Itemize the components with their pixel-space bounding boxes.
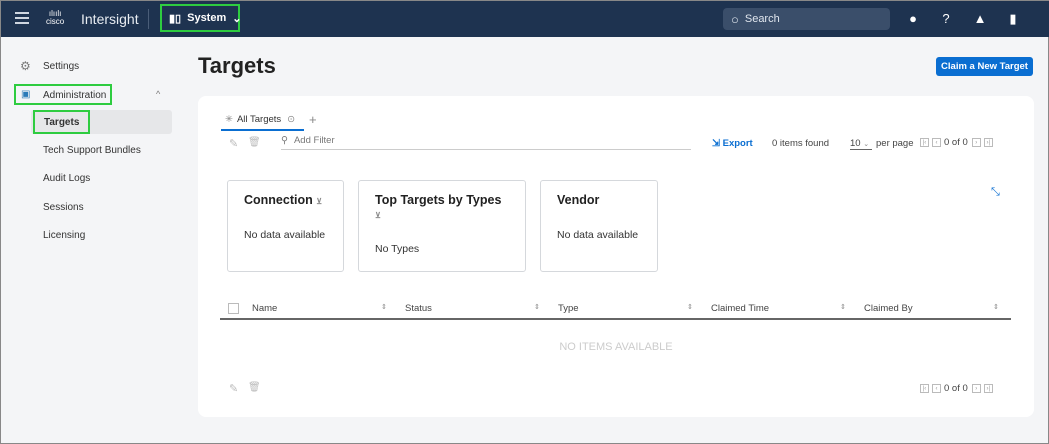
sidebar-item-label: Administration (43, 90, 107, 101)
targets-panel: ✳ All Targets ⊙ + ✎ 🗑 ⚲ Add Filter ⇲ Export… (198, 96, 1034, 417)
filter-placeholder: Add Filter (293, 135, 335, 146)
scope-label: System (187, 12, 227, 24)
last-page-icon[interactable]: ›| (983, 137, 993, 147)
items-found: 0 items found (772, 138, 830, 149)
bell-icon[interactable]: ▲ (972, 11, 988, 27)
tab-settings-icon[interactable]: ⊙ (287, 114, 295, 125)
card-title: Vendor (557, 193, 600, 207)
user-icon[interactable]: ● (905, 11, 921, 27)
divider (148, 9, 149, 29)
export-label: Export (722, 138, 753, 149)
last-page-icon[interactable]: ›| (983, 383, 993, 393)
page-title: Targets (198, 53, 276, 78)
collapse-icon[interactable]: ⤡ (991, 186, 1000, 199)
card-body: No data available (557, 229, 639, 241)
document-icon[interactable]: ▮ (1005, 11, 1021, 27)
first-page-icon[interactable]: |‹ (920, 383, 929, 393)
chevron-down-icon: ⌄ (863, 141, 870, 148)
tab-label: All Targets (236, 114, 282, 125)
column-header-name[interactable]: Name (252, 303, 277, 314)
search-icon: ○ (731, 11, 739, 27)
card-title: Connection (244, 193, 313, 207)
top-bar: ılıılı cisco Intersight ▮▯ System ⌄ ○ Search… (1, 1, 1049, 37)
column-header-status[interactable]: Status (405, 303, 432, 314)
delete-icon[interactable]: 🗑 (248, 382, 261, 393)
table-header-divider (220, 318, 1011, 320)
empty-message: NO ITEMS AVAILABLE (559, 341, 673, 353)
sort-icon[interactable]: ⇕ (381, 303, 387, 311)
edit-icon[interactable]: ✎ (229, 137, 238, 150)
card-title: Top Targets by Types (375, 193, 502, 207)
sidebar-subitem-licensing[interactable]: Licensing (43, 230, 85, 241)
sidebar-subitem-label: Targets (33, 110, 90, 134)
sidebar-item-administration[interactable]: ▣ Administration (14, 84, 112, 105)
prev-page-icon[interactable]: ‹ (932, 137, 941, 147)
menu-icon[interactable] (15, 12, 29, 24)
claim-target-button[interactable]: Claim a New Target (936, 57, 1033, 76)
pagination-top: |‹ ‹ 0 of 0 › ›| (920, 137, 996, 148)
sort-icon[interactable]: ⇕ (840, 303, 846, 311)
filter-icon[interactable]: ⊻ (316, 197, 322, 206)
card-top-targets: Top Targets by Types ⊻ No Types (358, 180, 526, 272)
brand-name: Intersight (81, 11, 139, 27)
gear-icon: ⚙ (20, 59, 31, 73)
admin-icon: ▣ (21, 89, 31, 100)
select-all-checkbox[interactable] (228, 303, 239, 314)
asterisk-icon: ✳ (225, 114, 233, 125)
search-placeholder: Search (744, 13, 780, 25)
per-page-value: 10 (850, 138, 861, 149)
search-input[interactable]: ○ Search (723, 8, 890, 30)
card-body: No data available (244, 229, 326, 241)
export-icon: ⇲ (712, 138, 723, 149)
delete-icon[interactable]: 🗑 (248, 137, 261, 148)
card-body: No Types (375, 243, 420, 255)
tab-all-targets[interactable]: ✳ All Targets ⊙ (221, 114, 304, 131)
next-page-icon[interactable]: › (971, 137, 981, 147)
sidebar-subitem-tech-support[interactable]: Tech Support Bundles (43, 145, 141, 156)
sidebar-subitem-sessions[interactable]: Sessions (43, 202, 84, 213)
sort-icon[interactable]: ⇕ (687, 303, 693, 311)
edit-icon[interactable]: ✎ (229, 382, 238, 395)
sidebar: ⚙ Settings ▣ Administration ^ Targets Te… (1, 37, 186, 443)
prev-page-icon[interactable]: ‹ (932, 383, 941, 393)
sidebar-subitem-audit-logs[interactable]: Audit Logs (43, 173, 90, 184)
filter-input[interactable]: ⚲ Add Filter (281, 135, 691, 150)
column-header-claimed-by[interactable]: Claimed By (864, 303, 913, 314)
sort-icon[interactable]: ⇕ (993, 303, 999, 311)
system-icon: ▮▯ (169, 12, 182, 25)
page-info: 0 of 0 (944, 137, 968, 148)
search-icon: ⚲ (281, 135, 288, 146)
add-tab-button[interactable]: + (309, 112, 317, 127)
per-page-label: per page (876, 138, 914, 149)
page-info: 0 of 0 (944, 383, 968, 394)
sort-icon[interactable]: ⇕ (534, 303, 540, 311)
first-page-icon[interactable]: |‹ (920, 137, 929, 147)
export-button[interactable]: ⇲ Export (712, 138, 753, 149)
chevron-down-icon: ⌄ (232, 12, 242, 25)
filter-icon[interactable]: ⊻ (375, 211, 381, 220)
column-header-claimed-time[interactable]: Claimed Time (711, 303, 769, 314)
scope-dropdown[interactable]: ▮▯ System ⌄ (160, 4, 242, 32)
per-page-select[interactable]: 10 ⌄ (850, 138, 872, 150)
sidebar-subitem-targets[interactable]: Targets (31, 110, 172, 134)
next-page-icon[interactable]: › (971, 383, 981, 393)
card-connection: Connection ⊻ No data available (227, 180, 344, 272)
card-vendor: Vendor No data available (540, 180, 658, 272)
cisco-logo: ılıılı cisco (46, 9, 65, 26)
column-header-type[interactable]: Type (558, 303, 579, 314)
chevron-up-icon[interactable]: ^ (156, 89, 160, 99)
sidebar-item-settings[interactable]: Settings (43, 61, 79, 72)
pagination-bottom: |‹ ‹ 0 of 0 › ›| (920, 383, 996, 394)
help-icon[interactable]: ? (938, 11, 954, 27)
